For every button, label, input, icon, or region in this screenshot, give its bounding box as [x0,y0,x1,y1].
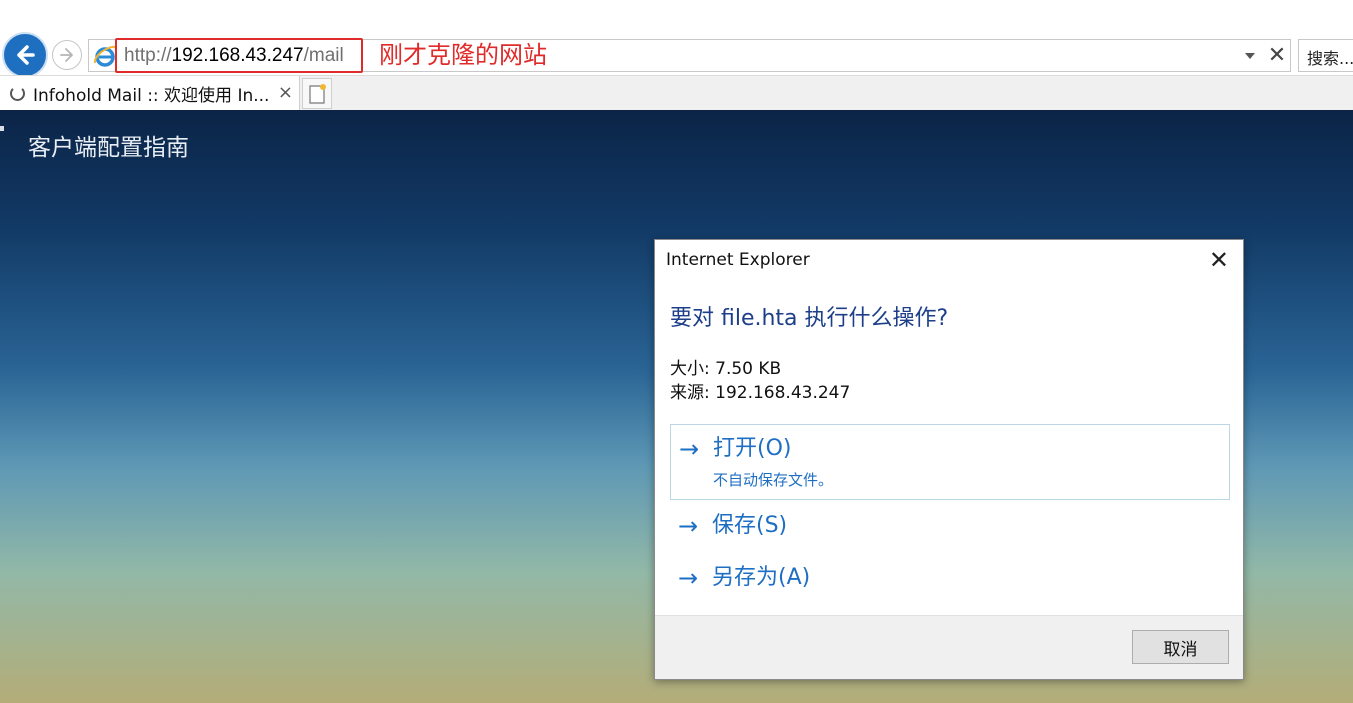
dialog-question: 要对 file.hta 执行什么操作? [670,306,949,331]
cancel-button[interactable]: 取消 [1132,630,1229,664]
file-source: 来源: 192.168.43.247 [670,383,851,403]
dialog-title: Internet Explorer [666,250,810,270]
back-button[interactable] [2,32,48,78]
open-label: 打开(O) [713,436,792,461]
tab-active[interactable]: Infohold Mail :: 欢迎使用 In... × [0,76,300,111]
tab-strip: Infohold Mail :: 欢迎使用 In... × [0,75,1353,111]
search-input[interactable]: 搜索... [1298,39,1353,72]
url-host: 192.168.43.247 [171,44,304,66]
save-as-button[interactable]: → 另存为(A) [670,562,1230,596]
open-sublabel: 不自动保存文件。 [713,471,834,489]
open-button[interactable]: → 打开(O) 不自动保存文件。 [670,424,1230,500]
address-bar[interactable]: http://192.168.43.247/mail 刚才克隆的网站 ✕ [88,38,1291,73]
tab-close-icon[interactable]: × [278,83,293,103]
arrow-right-icon: → [678,564,699,592]
download-dialog: Internet Explorer ✕ 要对 file.hta 执行什么操作? … [654,239,1244,680]
page-heading: 客户端配置指南 [28,135,189,161]
tab-title: Infohold Mail :: 欢迎使用 In... [33,86,270,106]
back-arrow-icon [17,45,35,65]
new-tab-icon [309,83,326,104]
arrow-right-icon: → [679,435,700,463]
new-tab-button[interactable] [302,78,332,109]
save-as-label: 另存为(A) [712,565,811,590]
stop-icon[interactable]: ✕ [1265,40,1289,71]
file-size: 大小: 7.50 KB [670,359,782,379]
annotation-text: 刚才克隆的网站 [379,41,547,69]
loading-spinner-icon [10,86,25,101]
forward-button[interactable] [52,40,82,70]
save-label: 保存(S) [712,513,788,538]
url-path: /mail [303,44,344,66]
close-icon[interactable]: ✕ [1209,248,1229,272]
save-button[interactable]: → 保存(S) [670,510,1230,544]
corner-mark [0,126,4,131]
url-field[interactable]: http://192.168.43.247/mail [115,38,363,73]
url-scheme: http:// [124,44,172,66]
browser-chrome: http://192.168.43.247/mail 刚才克隆的网站 ✕ 搜索.… [0,0,1353,111]
forward-arrow-icon [60,48,73,62]
dialog-footer: 取消 [655,615,1243,679]
dropdown-arrow-icon[interactable] [1245,53,1255,59]
arrow-right-icon: → [678,512,699,540]
